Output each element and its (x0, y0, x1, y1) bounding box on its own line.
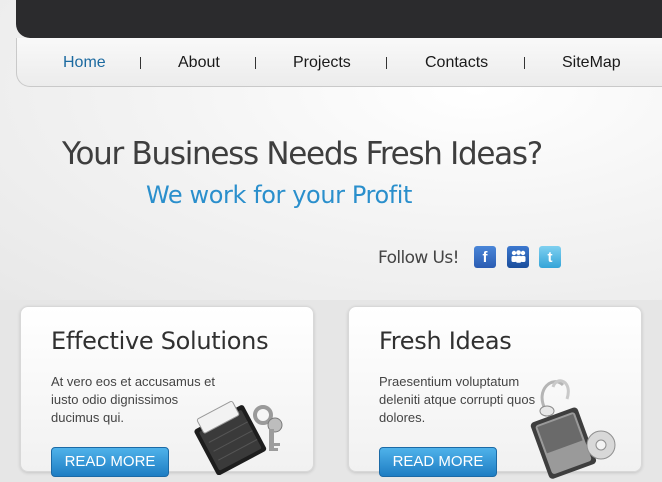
nav-home[interactable]: Home (63, 54, 106, 72)
follow-us-label: Follow Us! (378, 248, 459, 268)
wallet-keys-icon (194, 400, 283, 475)
facebook-icon[interactable]: f (474, 246, 496, 268)
feature-card-fresh-ideas: Fresh Ideas Praesentium voluptatum delen… (348, 306, 642, 479)
twitter-icon[interactable]: t (539, 246, 561, 268)
myspace-people-glyph (511, 250, 526, 263)
read-more-button[interactable]: READ MORE (379, 447, 497, 477)
main-nav: Home About Projects Contacts SiteMap (16, 38, 662, 87)
nav-separator (524, 57, 525, 69)
nav-contacts[interactable]: Contacts (425, 54, 488, 72)
top-bar (16, 0, 662, 38)
nav-sitemap[interactable]: SiteMap (562, 54, 621, 72)
card-title: Fresh Ideas (379, 327, 512, 355)
hero-headline: Your Business Needs Fresh Ideas? (62, 136, 543, 172)
nav-projects[interactable]: Projects (293, 54, 351, 72)
nav-separator (255, 57, 256, 69)
nav-separator (140, 57, 141, 69)
read-more-button[interactable]: READ MORE (51, 447, 169, 477)
card-title: Effective Solutions (51, 327, 269, 355)
myspace-icon[interactable] (507, 246, 529, 268)
nav-about[interactable]: About (178, 54, 220, 72)
feature-card-effective-solutions: Effective Solutions At vero eos et accus… (20, 306, 314, 477)
mp3-player-icon (530, 379, 616, 479)
hero-subline: We work for your Profit (146, 181, 413, 209)
nav-separator (386, 57, 387, 69)
